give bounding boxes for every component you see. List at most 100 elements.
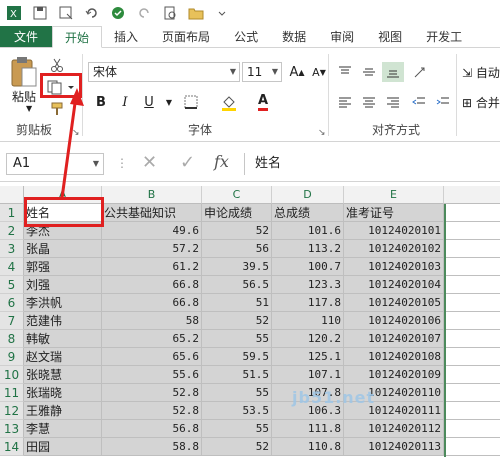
- tab-formulas[interactable]: 公式: [222, 26, 270, 47]
- cell-c-row-10[interactable]: 51.5: [202, 366, 272, 384]
- row-header[interactable]: 9: [0, 348, 24, 366]
- cell-c-row-3[interactable]: 56: [202, 240, 272, 258]
- cell-e-row-6[interactable]: 10124020105: [344, 294, 444, 312]
- column-header-d[interactable]: D: [272, 186, 344, 204]
- cell-e-row-8[interactable]: 10124020107: [344, 330, 444, 348]
- decrease-font-icon[interactable]: A ▼: [308, 62, 330, 82]
- font-launcher-icon[interactable]: ↘: [318, 128, 326, 138]
- formula-input[interactable]: 姓名: [244, 153, 500, 175]
- tab-developer[interactable]: 开发工: [414, 26, 474, 47]
- name-box[interactable]: A1 ▼: [6, 153, 104, 175]
- align-top-icon[interactable]: [334, 62, 356, 82]
- cell-b-row-7[interactable]: 58: [102, 312, 202, 330]
- underline-dropdown-icon[interactable]: ▼: [158, 92, 180, 112]
- cut-icon[interactable]: [46, 56, 68, 74]
- enter-icon[interactable]: ✓: [180, 152, 195, 173]
- cell-b-row-3[interactable]: 57.2: [102, 240, 202, 258]
- cell-b-row-8[interactable]: 65.2: [102, 330, 202, 348]
- increase-indent-icon[interactable]: [432, 92, 454, 112]
- cell-f-row-6[interactable]: [444, 294, 500, 312]
- clipboard-launcher-icon[interactable]: ↘: [72, 128, 80, 138]
- cell-a-row-4[interactable]: 郭强: [24, 258, 102, 276]
- font-size-select[interactable]: 11 ▼: [242, 62, 282, 82]
- cell-e-row-2[interactable]: 10124020101: [344, 222, 444, 240]
- cell-c-row-14[interactable]: 52: [202, 438, 272, 456]
- cell-d-row-1[interactable]: 总成绩: [272, 204, 344, 222]
- cell-a-row-10[interactable]: 张晓慧: [24, 366, 102, 384]
- row-header[interactable]: 1: [0, 204, 24, 222]
- cell-a-row-11[interactable]: 张瑞晓: [24, 384, 102, 402]
- tab-view[interactable]: 视图: [366, 26, 414, 47]
- cell-e-row-1[interactable]: 准考证号: [344, 204, 444, 222]
- cell-c-row-7[interactable]: 52: [202, 312, 272, 330]
- cell-e-row-10[interactable]: 10124020109: [344, 366, 444, 384]
- cell-c-row-9[interactable]: 59.5: [202, 348, 272, 366]
- save-icon[interactable]: [32, 5, 48, 21]
- undo-icon[interactable]: [84, 5, 100, 21]
- cell-d-row-5[interactable]: 123.3: [272, 276, 344, 294]
- cell-f-row-8[interactable]: [444, 330, 500, 348]
- cell-b-row-11[interactable]: 52.8: [102, 384, 202, 402]
- cell-a-row-13[interactable]: 李慧: [24, 420, 102, 438]
- cancel-icon[interactable]: ✕: [142, 152, 157, 173]
- tab-page-layout[interactable]: 页面布局: [150, 26, 222, 47]
- cell-f-row-14[interactable]: [444, 438, 500, 456]
- cell-c-row-2[interactable]: 52: [202, 222, 272, 240]
- cell-d-row-2[interactable]: 101.6: [272, 222, 344, 240]
- row-header[interactable]: 13: [0, 420, 24, 438]
- save-as-icon[interactable]: [58, 5, 74, 21]
- cell-b-row-5[interactable]: 66.8: [102, 276, 202, 294]
- cell-a-row-8[interactable]: 韩敏: [24, 330, 102, 348]
- cell-d-row-14[interactable]: 110.8: [272, 438, 344, 456]
- cell-d-row-4[interactable]: 100.7: [272, 258, 344, 276]
- cell-a-row-5[interactable]: 刘强: [24, 276, 102, 294]
- underline-button[interactable]: U: [138, 92, 160, 112]
- cell-b-row-2[interactable]: 49.6: [102, 222, 202, 240]
- customize-dropdown-icon[interactable]: [214, 5, 230, 21]
- cell-c-row-12[interactable]: 53.5: [202, 402, 272, 420]
- column-header-b[interactable]: B: [102, 186, 202, 204]
- cell-b-row-6[interactable]: 66.8: [102, 294, 202, 312]
- cell-d-row-7[interactable]: 110: [272, 312, 344, 330]
- cell-e-row-5[interactable]: 10124020104: [344, 276, 444, 294]
- print-preview-icon[interactable]: [162, 5, 178, 21]
- row-header[interactable]: 14: [0, 438, 24, 456]
- cell-c-row-4[interactable]: 39.5: [202, 258, 272, 276]
- cell-c-row-8[interactable]: 55: [202, 330, 272, 348]
- row-header[interactable]: 7: [0, 312, 24, 330]
- row-header[interactable]: 6: [0, 294, 24, 312]
- cell-b-row-9[interactable]: 65.6: [102, 348, 202, 366]
- paste-dropdown-icon[interactable]: ▼: [26, 104, 32, 113]
- cell-f-row-12[interactable]: [444, 402, 500, 420]
- align-center-icon[interactable]: [358, 92, 380, 112]
- cell-f-row-1[interactable]: [444, 204, 500, 222]
- borders-icon[interactable]: [180, 92, 202, 112]
- merge-center-button[interactable]: ⊞ 合并: [462, 94, 500, 111]
- tab-insert[interactable]: 插入: [102, 26, 150, 47]
- font-name-select[interactable]: 宋体 ▼: [88, 62, 240, 82]
- cell-e-row-14[interactable]: 10124020113: [344, 438, 444, 456]
- format-painter-icon[interactable]: [46, 100, 68, 118]
- tab-home[interactable]: 开始: [52, 26, 103, 48]
- cell-c-row-13[interactable]: 55: [202, 420, 272, 438]
- row-header[interactable]: 4: [0, 258, 24, 276]
- cell-f-row-7[interactable]: [444, 312, 500, 330]
- cell-c-row-5[interactable]: 56.5: [202, 276, 272, 294]
- column-header-c[interactable]: C: [202, 186, 272, 204]
- redo-icon[interactable]: [136, 5, 152, 21]
- row-header[interactable]: 12: [0, 402, 24, 420]
- cell-d-row-10[interactable]: 107.1: [272, 366, 344, 384]
- font-color-button[interactable]: A: [252, 92, 274, 112]
- tab-file[interactable]: 文件: [0, 26, 53, 47]
- cell-b-row-10[interactable]: 55.6: [102, 366, 202, 384]
- align-bottom-icon[interactable]: [382, 62, 404, 82]
- cell-a-row-7[interactable]: 范建伟: [24, 312, 102, 330]
- cell-c-row-1[interactable]: 申论成绩: [202, 204, 272, 222]
- cell-a-row-3[interactable]: 张晶: [24, 240, 102, 258]
- increase-font-icon[interactable]: A ▲: [286, 62, 308, 82]
- decrease-indent-icon[interactable]: [408, 92, 430, 112]
- cell-b-row-1[interactable]: 公共基础知识: [102, 204, 202, 222]
- cell-b-row-13[interactable]: 56.8: [102, 420, 202, 438]
- row-header[interactable]: 5: [0, 276, 24, 294]
- cell-d-row-13[interactable]: 111.8: [272, 420, 344, 438]
